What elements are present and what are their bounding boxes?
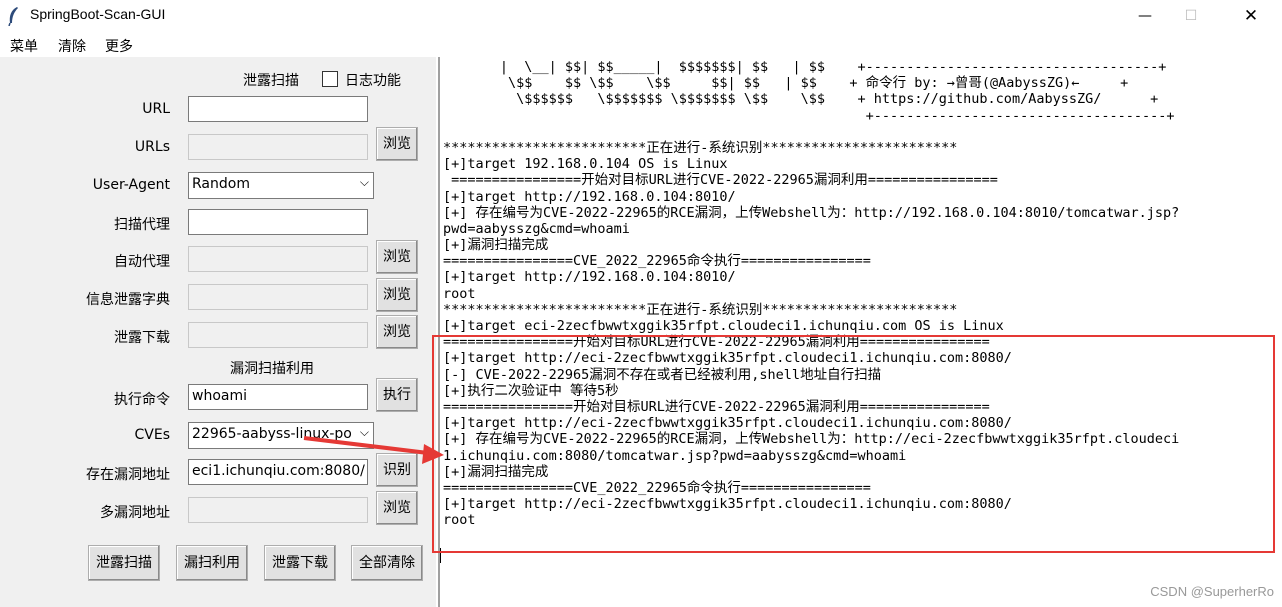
section-leak-scan: 泄露扫描 xyxy=(243,73,299,89)
multi-addr-label: 多漏洞地址 xyxy=(100,505,170,521)
leak-scan-button[interactable]: 泄露扫描 xyxy=(88,545,160,581)
window-title: SpringBoot-Scan-GUI xyxy=(30,6,166,22)
urls-label: URLs xyxy=(134,139,170,155)
scan-proxy-input[interactable] xyxy=(188,209,368,235)
multi-addr-browse-button[interactable]: 浏览 xyxy=(376,491,418,525)
url-label: URL xyxy=(142,101,170,117)
output-line: [+]target 192.168.0.104 OS is Linux xyxy=(443,156,728,173)
output-line: pwd=aabysszg&cmd=whoami xyxy=(443,220,630,237)
leak-download-label: 泄露下载 xyxy=(114,330,170,346)
leak-dict-browse-button[interactable]: 浏览 xyxy=(376,278,418,312)
control-panel: 泄露扫描 日志功能 URL URLs 浏览 User-Agent Random … xyxy=(0,57,436,607)
vuln-addr-label: 存在漏洞地址 xyxy=(86,467,170,483)
exec-cmd-label: 执行命令 xyxy=(114,392,170,408)
watermark: CSDN @SuperherRo xyxy=(1150,584,1274,599)
leak-dict-label: 信息泄露字典 xyxy=(86,292,170,308)
output-line: \$$$$$$ \$$$$$$$ \$$$$$$$ \$$ \$$ + http… xyxy=(443,91,1159,108)
leak-download-browse-button[interactable]: 浏览 xyxy=(376,315,418,349)
output-line: [+]target eci-2zecfbwwtxggik35rfpt.cloud… xyxy=(443,318,1004,334)
menu-more[interactable]: 更多 xyxy=(105,36,133,56)
menu-clear[interactable]: 清除 xyxy=(58,36,86,56)
exec-cmd-input[interactable]: whoami xyxy=(188,384,368,410)
output-line: [+]target http://192.168.0.104:8010/ xyxy=(443,269,736,286)
red-arrow-icon xyxy=(303,436,444,464)
output-line: [+]漏洞扫描完成 xyxy=(443,237,549,254)
vuln-exploit-button[interactable]: 漏扫利用 xyxy=(176,545,248,581)
output-line: *************************正在进行-系统识别******… xyxy=(443,139,958,156)
cves-label: CVEs xyxy=(134,427,171,443)
auto-proxy-input[interactable] xyxy=(188,246,368,272)
close-button[interactable]: ✕ xyxy=(1228,0,1274,33)
urls-input[interactable] xyxy=(188,134,368,160)
auto-proxy-label: 自动代理 xyxy=(114,254,170,270)
leak-dict-input[interactable] xyxy=(188,284,368,310)
output-line: [+]target http://192.168.0.104:8010/ xyxy=(443,188,736,205)
urls-browse-button[interactable]: 浏览 xyxy=(376,127,418,161)
scan-proxy-label: 扫描代理 xyxy=(114,217,170,233)
log-checkbox[interactable] xyxy=(322,71,338,87)
maximize-button[interactable]: ☐ xyxy=(1168,0,1214,33)
chevron-down-icon: ⌵ xyxy=(359,175,369,189)
menu-bar: 菜单 清除 更多 xyxy=(0,33,1282,57)
leak-download-button[interactable]: 泄露下载 xyxy=(264,545,336,581)
clear-all-button[interactable]: 全部清除 xyxy=(351,545,423,581)
output-line: | \__| $$| $$_____| $$$$$$$| $$ | $$ +--… xyxy=(443,59,1167,75)
output-line: +------------------------------------+ xyxy=(443,107,1175,124)
log-label: 日志功能 xyxy=(345,73,401,89)
ua-label: User-Agent xyxy=(92,177,170,193)
output-line: \$$ $$ \$$ \$$ $$| $$ | $$ + 命令行 by: →曾哥… xyxy=(443,75,1129,92)
leak-download-input[interactable] xyxy=(188,322,368,348)
output-line: *************************正在进行-系统识别******… xyxy=(443,301,958,318)
url-input[interactable] xyxy=(188,96,368,122)
output-line: [+] 存在编号为CVE-2022-22965的RCE漏洞，上传Webshell… xyxy=(443,204,1180,221)
output-line: ================CVE_2022_22965命令执行======… xyxy=(443,253,871,270)
output-line: ================开始对目标URL进行CVE-2022-22965… xyxy=(443,172,998,189)
section-vuln-scan: 漏洞扫描利用 xyxy=(230,361,314,377)
ua-value: Random xyxy=(192,176,250,192)
menu-main[interactable]: 菜单 xyxy=(10,36,38,56)
exec-button[interactable]: 执行 xyxy=(376,378,418,412)
ua-select[interactable]: Random ⌵ xyxy=(188,172,374,199)
feather-icon xyxy=(8,7,18,26)
auto-proxy-browse-button[interactable]: 浏览 xyxy=(376,240,418,274)
multi-addr-input[interactable] xyxy=(188,497,368,523)
title-bar: SpringBoot-Scan-GUI — ☐ ✕ xyxy=(0,0,1282,33)
highlight-box xyxy=(432,335,1275,553)
output-line: root xyxy=(443,285,476,302)
minimize-button[interactable]: — xyxy=(1122,0,1168,33)
